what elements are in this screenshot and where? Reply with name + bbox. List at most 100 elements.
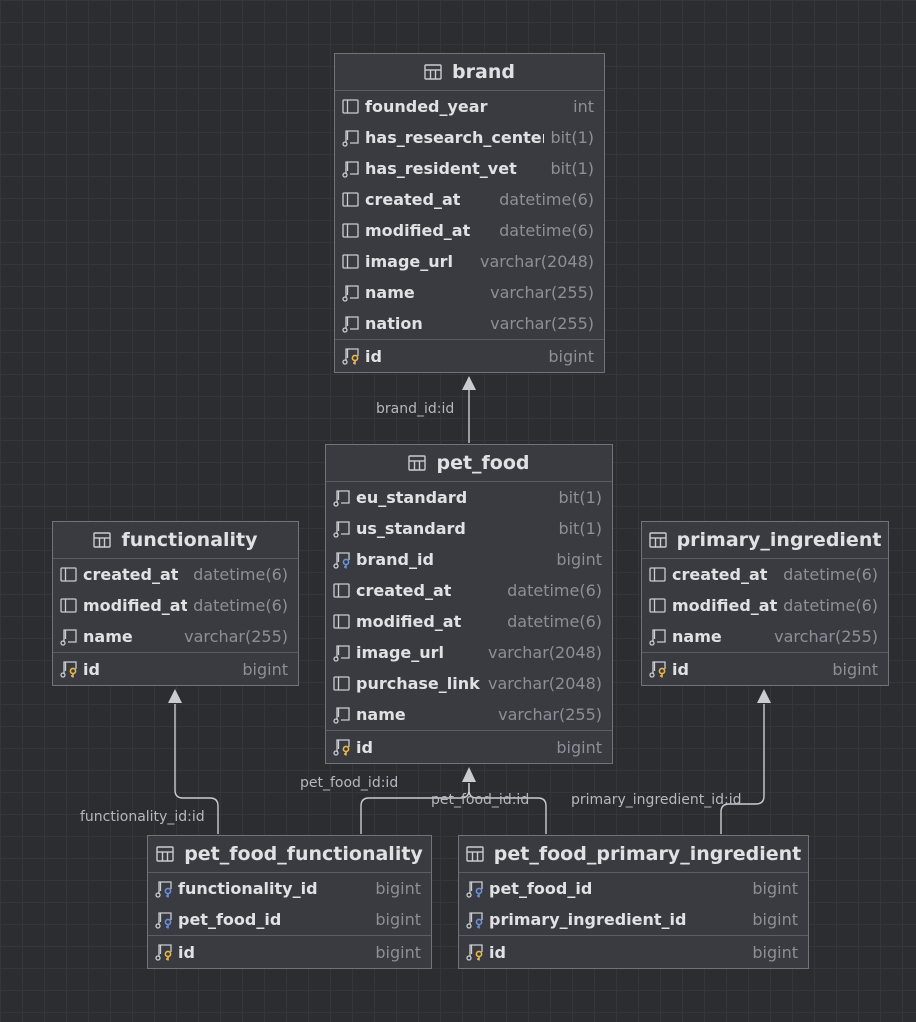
table-header[interactable]: primary_ingredient [642,522,888,559]
column-row[interactable]: created_at datetime(6) [326,575,612,606]
column-row[interactable]: modified_at datetime(6) [53,590,298,621]
column-name: modified_at [83,596,188,615]
column-row[interactable]: modified_at datetime(6) [642,590,888,621]
table-brand[interactable]: brand founded_year int has_research_center b… [334,53,605,373]
column-row[interactable]: brand_id bigint [326,544,612,575]
table-primary-ingredient[interactable]: primary_ingredient created_at datetime(6) m… [641,521,889,686]
column-row[interactable]: functionality_id bigint [148,873,431,904]
column-name: name [356,705,406,724]
table-icon [648,532,667,548]
column-row[interactable]: created_at datetime(6) [335,184,604,215]
column-name: id [83,659,100,679]
column-name: created_at [83,565,179,584]
primary-key-row[interactable]: id bigint [326,730,612,763]
column-type: bigint [375,910,421,929]
table-header[interactable]: functionality [53,522,298,559]
primary-key-icon [341,347,361,365]
column-name: id [672,659,689,679]
table-header[interactable]: pet_food_functionality [148,836,431,873]
column-name: functionality_id [178,879,318,898]
column-row[interactable]: image_url varchar(2048) [326,637,612,668]
primary-key-row[interactable]: id bigint [335,339,604,372]
column-row[interactable]: name varchar(255) [642,621,888,652]
column-type: int [573,97,594,116]
primary-key-icon [59,660,79,678]
column-icon [341,98,361,116]
primary-key-row[interactable]: id bigint [459,935,808,968]
column-type: varchar(2048) [487,643,602,662]
column-type: bigint [556,550,602,569]
column-row[interactable]: name varchar(255) [335,277,604,308]
column-type: bigint [242,659,288,679]
column-row[interactable]: pet_food_id bigint [459,873,808,904]
edge-label-pet-food-id-1: pet_food_id:id [300,775,399,791]
column-icon [332,613,352,631]
column-name: us_standard [356,519,466,538]
column-row[interactable]: modified_at datetime(6) [326,606,612,637]
not-null-column-icon [332,706,352,724]
column-icon [341,191,361,209]
column-type: bigint [375,879,421,898]
column-icon [648,597,668,615]
foreign-key-icon [154,880,174,898]
column-row[interactable]: us_standard bit(1) [326,513,612,544]
table-header[interactable]: pet_food_primary_ingredient [459,836,808,873]
column-name: created_at [356,581,452,600]
column-row[interactable]: nation varchar(255) [335,308,604,339]
column-type: datetime(6) [499,221,594,240]
column-type: datetime(6) [783,596,878,615]
table-icon [466,846,484,862]
column-row[interactable]: has_resident_vet bit(1) [335,153,604,184]
table-pet-food-primary-ingredient[interactable]: pet_food_primary_ingredient pet_food_id bi… [458,835,809,969]
column-row[interactable]: created_at datetime(6) [642,559,888,590]
table-title: functionality [121,529,258,551]
column-name: image_url [365,252,454,271]
foreign-key-icon [332,551,352,569]
table-title: pet_food_functionality [184,843,423,865]
table-icon [424,64,442,80]
table-title: brand [452,61,515,83]
column-type: varchar(2048) [479,252,594,271]
column-name: id [489,942,506,962]
column-type: datetime(6) [193,565,288,584]
not-null-column-icon [341,315,361,333]
column-row[interactable]: has_research_center bit(1) [335,122,604,153]
column-icon [332,582,352,600]
arrowhead-pet-food [462,767,476,782]
column-type: varchar(255) [498,705,602,724]
column-row[interactable]: pet_food_id bigint [148,904,431,935]
not-null-column-icon [59,628,79,646]
column-row[interactable]: name varchar(255) [53,621,298,652]
table-icon [156,846,174,862]
primary-key-row[interactable]: id bigint [148,935,431,968]
column-name: primary_ingredient_id [489,910,687,929]
not-null-column-icon [341,160,361,178]
table-title: primary_ingredient [676,529,882,551]
column-name: id [356,737,373,757]
column-row[interactable]: founded_year int [335,91,604,122]
column-row[interactable]: name varchar(255) [326,699,612,730]
column-type: varchar(255) [774,627,878,646]
column-icon [59,597,79,615]
table-functionality[interactable]: functionality created_at datetime(6) modifi… [52,521,299,686]
primary-key-row[interactable]: id bigint [642,652,888,685]
column-row[interactable]: image_url varchar(2048) [335,246,604,277]
column-row[interactable]: created_at datetime(6) [53,559,298,590]
primary-key-row[interactable]: id bigint [53,652,298,685]
edge-label-brand-id: brand_id:id [376,401,455,417]
column-type: bigint [752,910,798,929]
column-row[interactable]: primary_ingredient_id bigint [459,904,808,935]
column-icon [59,566,79,584]
table-pet-food-functionality[interactable]: pet_food_functionality functionality_id bi… [147,835,432,969]
table-pet-food[interactable]: pet_food eu_standard bit(1) us_standard bit(… [325,444,613,764]
column-name: modified_at [365,221,471,240]
column-row[interactable]: modified_at datetime(6) [335,215,604,246]
column-row[interactable]: purchase_link varchar(2048) [326,668,612,699]
edge-label-pet-food-id-2: pet_food_id:id [431,792,530,808]
column-type: varchar(255) [490,283,594,302]
table-header[interactable]: brand [335,54,604,91]
column-row[interactable]: eu_standard bit(1) [326,482,612,513]
column-type: varchar(255) [184,627,288,646]
not-null-column-icon [332,520,352,538]
table-header[interactable]: pet_food [326,445,612,482]
